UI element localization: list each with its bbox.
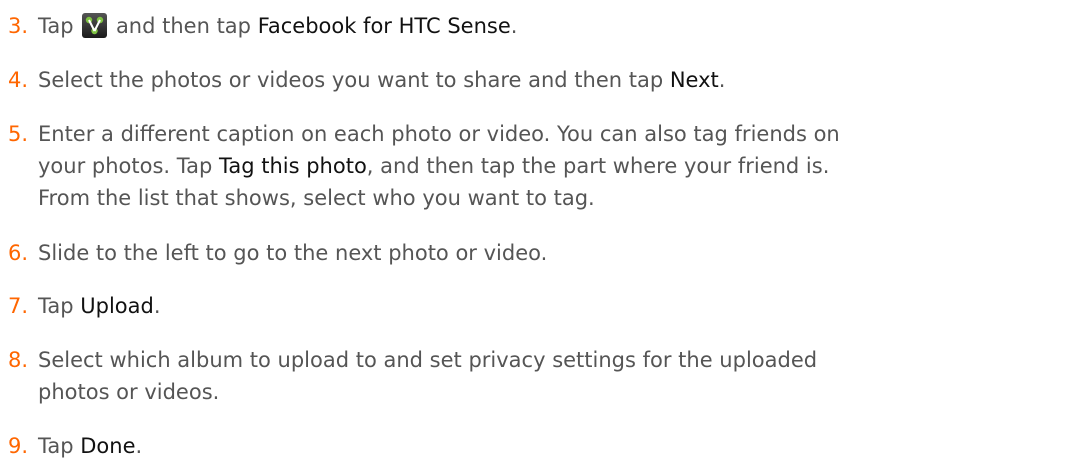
step-text-segment: . [718, 68, 726, 92]
ui-term: Done [80, 434, 136, 458]
step-text: Select the photos or videos you want to … [38, 64, 725, 96]
step-number: 5. [8, 122, 29, 146]
step-text-line: Select which album to upload to and set … [38, 348, 818, 372]
ui-term: Facebook for HTC Sense [257, 14, 511, 38]
step-text-segment: , and then tap the part where your frien… [366, 154, 830, 178]
step-text-line: your photos. Tap Tag this photo, and the… [38, 150, 840, 182]
step-text-segment: Tap [38, 434, 74, 458]
step-text: Tap and then tap Facebook for HTC Sense. [38, 10, 517, 42]
step-number: 3. [8, 14, 29, 38]
step-text: Tap Done. [38, 430, 142, 462]
step-text-segment: Tap [38, 14, 74, 38]
step-text-segment: Tap [38, 294, 74, 318]
step-text-line: From the list that shows, select who you… [38, 186, 595, 210]
ui-term: Next [669, 68, 719, 92]
step-text: Tap Upload. [38, 290, 161, 322]
step-text-segment: . [510, 14, 518, 38]
step-number: 4. [8, 68, 29, 92]
step-number: 7. [8, 294, 29, 318]
step-text: Slide to the left to go to the next phot… [38, 241, 548, 265]
step-text: Enter a different caption on each photo … [38, 118, 840, 214]
step-number: 9. [8, 434, 29, 458]
share-icon [82, 13, 108, 38]
step-text-segment: . [135, 434, 143, 458]
step-text-line: photos or videos. [38, 380, 220, 404]
step-number: 8. [8, 348, 29, 372]
step-text-segment: your photos. Tap [38, 154, 213, 178]
ui-term: Tag this photo [219, 154, 367, 178]
step-text-segment: Select the photos or videos you want to … [38, 68, 664, 92]
step-number: 6. [8, 241, 29, 265]
step-text: Select which album to upload to and set … [38, 344, 817, 408]
step-text-line: Enter a different caption on each photo … [38, 122, 840, 146]
step-text-segment: . [153, 294, 161, 318]
instruction-list: 3. Tap and then tap Facebook for HTC Sen… [0, 0, 1075, 472]
ui-term: Upload [80, 294, 154, 318]
step-text-segment: and then tap [115, 14, 252, 38]
